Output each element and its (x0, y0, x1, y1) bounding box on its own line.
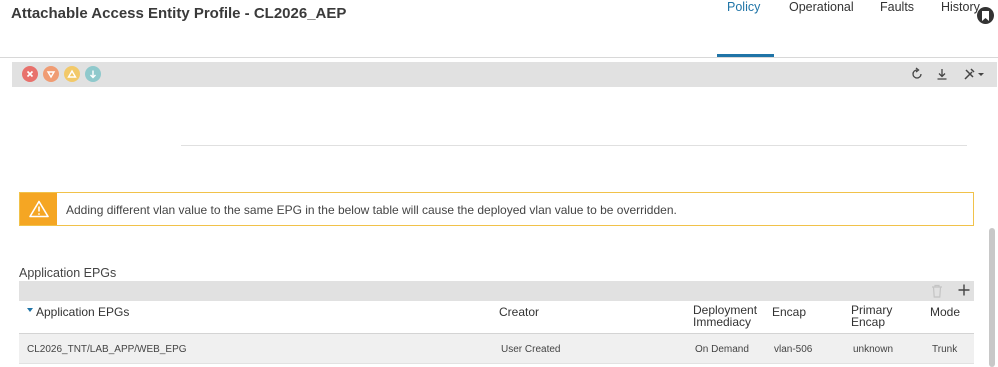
cell-encap: vlan-506 (774, 344, 813, 355)
column-header-primary-line2: Encap (851, 315, 886, 329)
content-divider (181, 145, 967, 146)
column-header-deployment-line2: Immediacy (693, 315, 752, 329)
warning-message: Adding different vlan value to the same … (66, 203, 677, 217)
cell-deployment: On Demand (695, 344, 749, 355)
trash-icon[interactable] (931, 284, 943, 298)
column-header-deployment-immediacy[interactable]: Deployment Immediacy (693, 304, 757, 328)
critical-fault-icon[interactable] (22, 66, 38, 82)
tab-operational[interactable]: Operational (789, 0, 854, 14)
policy-toolbar (12, 62, 997, 87)
tab-policy[interactable]: Policy (727, 0, 760, 14)
table-toolbar (19, 281, 974, 301)
add-icon[interactable] (957, 283, 971, 297)
warning-banner: Adding different vlan value to the same … (19, 192, 974, 226)
page-header: Attachable Access Entity Profile - CL202… (0, 0, 998, 58)
tools-icon[interactable] (963, 67, 985, 81)
section-title: Application EPGs (19, 266, 117, 280)
column-header-creator[interactable]: Creator (499, 306, 539, 318)
column-header-encap[interactable]: Encap (772, 306, 806, 318)
tab-faults[interactable]: Faults (880, 0, 914, 14)
column-header-epg[interactable]: Application EPGs (36, 306, 129, 318)
table-row[interactable]: CL2026_TNT/LAB_APP/WEB_EPG User Created … (19, 334, 974, 364)
download-icon[interactable] (935, 67, 949, 81)
cell-epg: CL2026_TNT/LAB_APP/WEB_EPG (27, 344, 187, 355)
warning-fault-icon[interactable] (85, 66, 101, 82)
page-title: Attachable Access Entity Profile - CL202… (11, 5, 347, 22)
cell-primary-encap: unknown (853, 344, 894, 355)
table-header: Application EPGs Creator Deployment Imme… (19, 301, 974, 334)
active-tab-indicator (717, 54, 774, 57)
cell-mode: Trunk (932, 344, 958, 355)
column-header-mode[interactable]: Mode (930, 306, 960, 318)
column-header-primary-encap[interactable]: Primary Encap (851, 304, 892, 328)
warning-icon (20, 193, 57, 225)
sort-desc-icon[interactable] (27, 308, 33, 312)
major-fault-icon[interactable] (43, 66, 59, 82)
tab-history[interactable]: History (941, 0, 980, 14)
vertical-scrollbar[interactable] (987, 88, 996, 367)
scrollbar-thumb[interactable] (989, 228, 995, 367)
refresh-icon[interactable] (910, 67, 924, 81)
cell-creator: User Created (501, 344, 561, 355)
minor-fault-icon[interactable] (64, 66, 80, 82)
